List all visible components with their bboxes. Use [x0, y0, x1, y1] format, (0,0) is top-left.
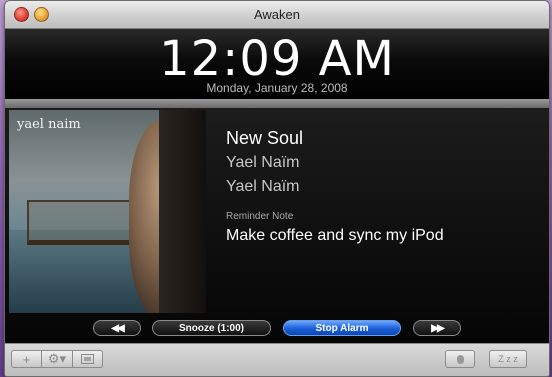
album-art-raft — [27, 200, 131, 245]
microphone-icon — [456, 354, 464, 364]
alarm-controls: ◀◀ Snooze (1:00) Stop Alarm ▶▶ — [5, 316, 549, 343]
clock-date: Monday, January 28, 2008 — [206, 81, 348, 95]
action-menu-button[interactable]: ⚙▾ — [41, 350, 73, 368]
display-button[interactable] — [72, 350, 103, 368]
fast-forward-button[interactable]: ▶▶ — [413, 320, 461, 336]
sleep-icon: Z z z — [498, 354, 518, 364]
add-icon: + — [22, 351, 31, 367]
track-title: New Soul — [226, 128, 304, 148]
now-playing-panel: yael naim New Soul Yael Naïm Yael Naïm R… — [5, 108, 549, 343]
panel-divider — [5, 99, 549, 108]
rewind-button[interactable]: ◀◀ — [93, 320, 141, 336]
bottom-toolbar: + ⚙▾ Z z z — [5, 343, 549, 376]
gear-icon: ⚙▾ — [47, 351, 67, 366]
title-bar[interactable]: Awaken — [5, 1, 549, 29]
clock-panel: 12:09 AM Monday, January 28, 2008 — [5, 29, 549, 99]
rewind-icon: ◀◀ — [111, 322, 124, 334]
fast-forward-icon: ▶▶ — [431, 322, 444, 334]
screen-icon — [81, 354, 94, 364]
track-album: Yael Naïm — [226, 178, 300, 195]
clock-time: 12:09 AM — [159, 31, 395, 87]
reminder-note-label: Reminder Note — [226, 211, 294, 222]
album-art: yael naim — [9, 110, 206, 313]
track-artist: Yael Naïm — [226, 154, 300, 171]
voice-button[interactable] — [445, 350, 475, 368]
album-art-logo: yael naim — [17, 117, 81, 132]
stop-alarm-button[interactable]: Stop Alarm — [283, 320, 401, 336]
window-title: Awaken — [253, 7, 300, 22]
reminder-note: Make coffee and sync my iPod — [226, 227, 444, 244]
sleep-button[interactable]: Z z z — [489, 350, 527, 368]
awaken-window: Awaken 12:09 AM Monday, January 28, 2008… — [4, 0, 550, 377]
album-art-hair — [159, 110, 206, 313]
snooze-button[interactable]: Snooze (1:00) — [152, 320, 271, 336]
add-button[interactable]: + — [11, 350, 42, 368]
